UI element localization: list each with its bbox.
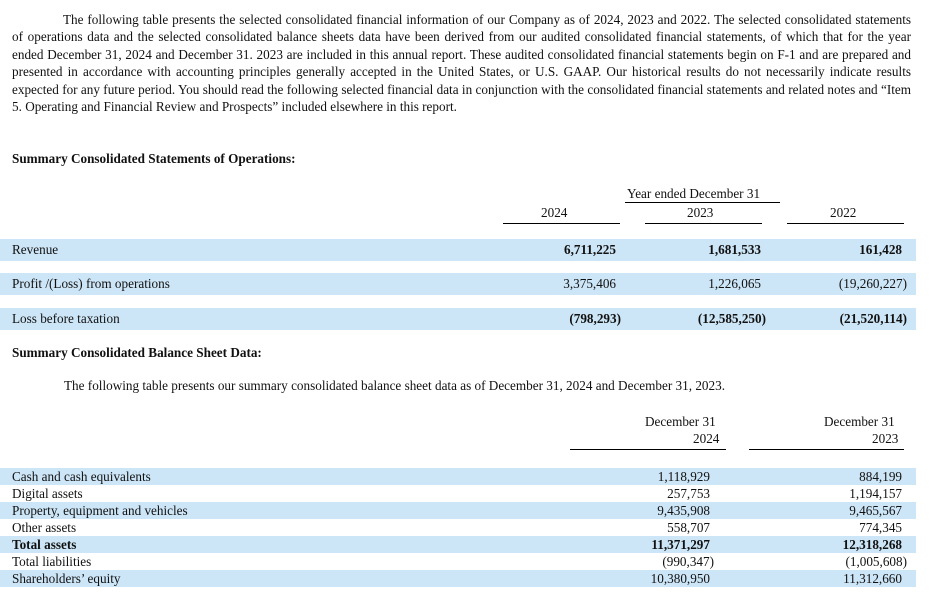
bs-col-underline-2023 — [749, 449, 904, 450]
value-2024: (990,347) — [662, 554, 714, 569]
bs-col-2024-line1: December 31 — [645, 414, 716, 429]
row-label: Digital assets — [12, 486, 83, 501]
value-2024: 11,371,297 — [651, 537, 710, 552]
bs-row-cash: Cash and cash equivalents 1,118,929 884,… — [0, 468, 916, 485]
value-2023: 12,318,268 — [842, 537, 902, 552]
value-2023: 774,345 — [859, 520, 902, 535]
intro-paragraph: The following table presents the selecte… — [12, 12, 911, 115]
value-2023: (12,585,250) — [697, 311, 766, 326]
row-label: Revenue — [12, 242, 59, 257]
value-2023: 1,194,157 — [849, 486, 902, 501]
ops-col-2022: 2022 — [830, 205, 857, 220]
balance-sheet-heading: Summary Consolidated Balance Sheet Data: — [12, 345, 262, 360]
group-header-underline — [625, 202, 780, 203]
bs-col-underline-2024 — [570, 449, 726, 450]
value-2023: (1,005,608) — [845, 554, 907, 569]
row-label: Total liabilities — [12, 554, 92, 569]
ops-col-2024: 2024 — [541, 205, 568, 220]
value-2023: 1,681,533 — [708, 242, 761, 257]
value-2024: 3,375,406 — [563, 276, 616, 291]
value-2024: 9,435,908 — [657, 503, 710, 518]
bs-row-shareholders-equity: Shareholders’ equity 10,380,950 11,312,6… — [0, 570, 916, 587]
value-2024: 558,707 — [667, 520, 710, 535]
row-label: Profit /(Loss) from operations — [12, 276, 170, 291]
bs-col-2023-line1: December 31 — [824, 414, 895, 429]
bs-row-property: Property, equipment and vehicles 9,435,9… — [0, 502, 916, 519]
value-2023: 11,312,660 — [843, 571, 902, 586]
row-label: Other assets — [12, 520, 77, 535]
operations-group-header: Year ended December 31 — [627, 186, 761, 201]
row-label: Property, equipment and vehicles — [12, 503, 188, 518]
value-2022: 161,428 — [859, 242, 902, 257]
value-2023: 884,199 — [859, 469, 902, 484]
value-2024: 6,711,225 — [563, 242, 616, 257]
value-2024: (798,293) — [569, 311, 621, 326]
value-2024: 1,118,929 — [657, 469, 710, 484]
ops-col-underline-2023 — [645, 223, 762, 224]
ops-row-profit-loss: Profit /(Loss) from operations 3,375,406… — [0, 273, 916, 295]
row-label: Cash and cash equivalents — [12, 469, 151, 484]
value-2022: (21,520,114) — [839, 311, 907, 326]
bs-row-other-assets: Other assets 558,707 774,345 — [0, 519, 916, 536]
bs-col-2024-line2: 2024 — [693, 431, 720, 446]
ops-row-loss-before-tax: Loss before taxation (798,293) (12,585,2… — [0, 308, 916, 330]
bs-row-total-liabilities: Total liabilities (990,347) (1,005,608) — [0, 553, 916, 570]
bs-row-total-assets: Total assets 11,371,297 12,318,268 — [0, 536, 916, 553]
ops-row-revenue: Revenue 6,711,225 1,681,533 161,428 — [0, 239, 916, 261]
operations-heading: Summary Consolidated Statements of Opera… — [12, 151, 296, 166]
row-label: Loss before taxation — [12, 311, 120, 326]
row-label: Shareholders’ equity — [12, 571, 121, 586]
value-2023: 9,465,567 — [849, 503, 902, 518]
ops-col-underline-2022 — [787, 223, 904, 224]
bs-col-2023-line2: 2023 — [872, 431, 899, 446]
value-2022: (19,260,227) — [838, 276, 907, 291]
bs-row-digital-assets: Digital assets 257,753 1,194,157 — [0, 485, 916, 502]
value-2024: 257,753 — [667, 486, 710, 501]
value-2023: 1,226,065 — [708, 276, 761, 291]
balance-sheet-intro: The following table presents our summary… — [64, 378, 725, 393]
ops-col-2023: 2023 — [687, 205, 714, 220]
row-label: Total assets — [12, 537, 77, 552]
value-2024: 10,380,950 — [650, 571, 710, 586]
ops-col-underline-2024 — [503, 223, 620, 224]
